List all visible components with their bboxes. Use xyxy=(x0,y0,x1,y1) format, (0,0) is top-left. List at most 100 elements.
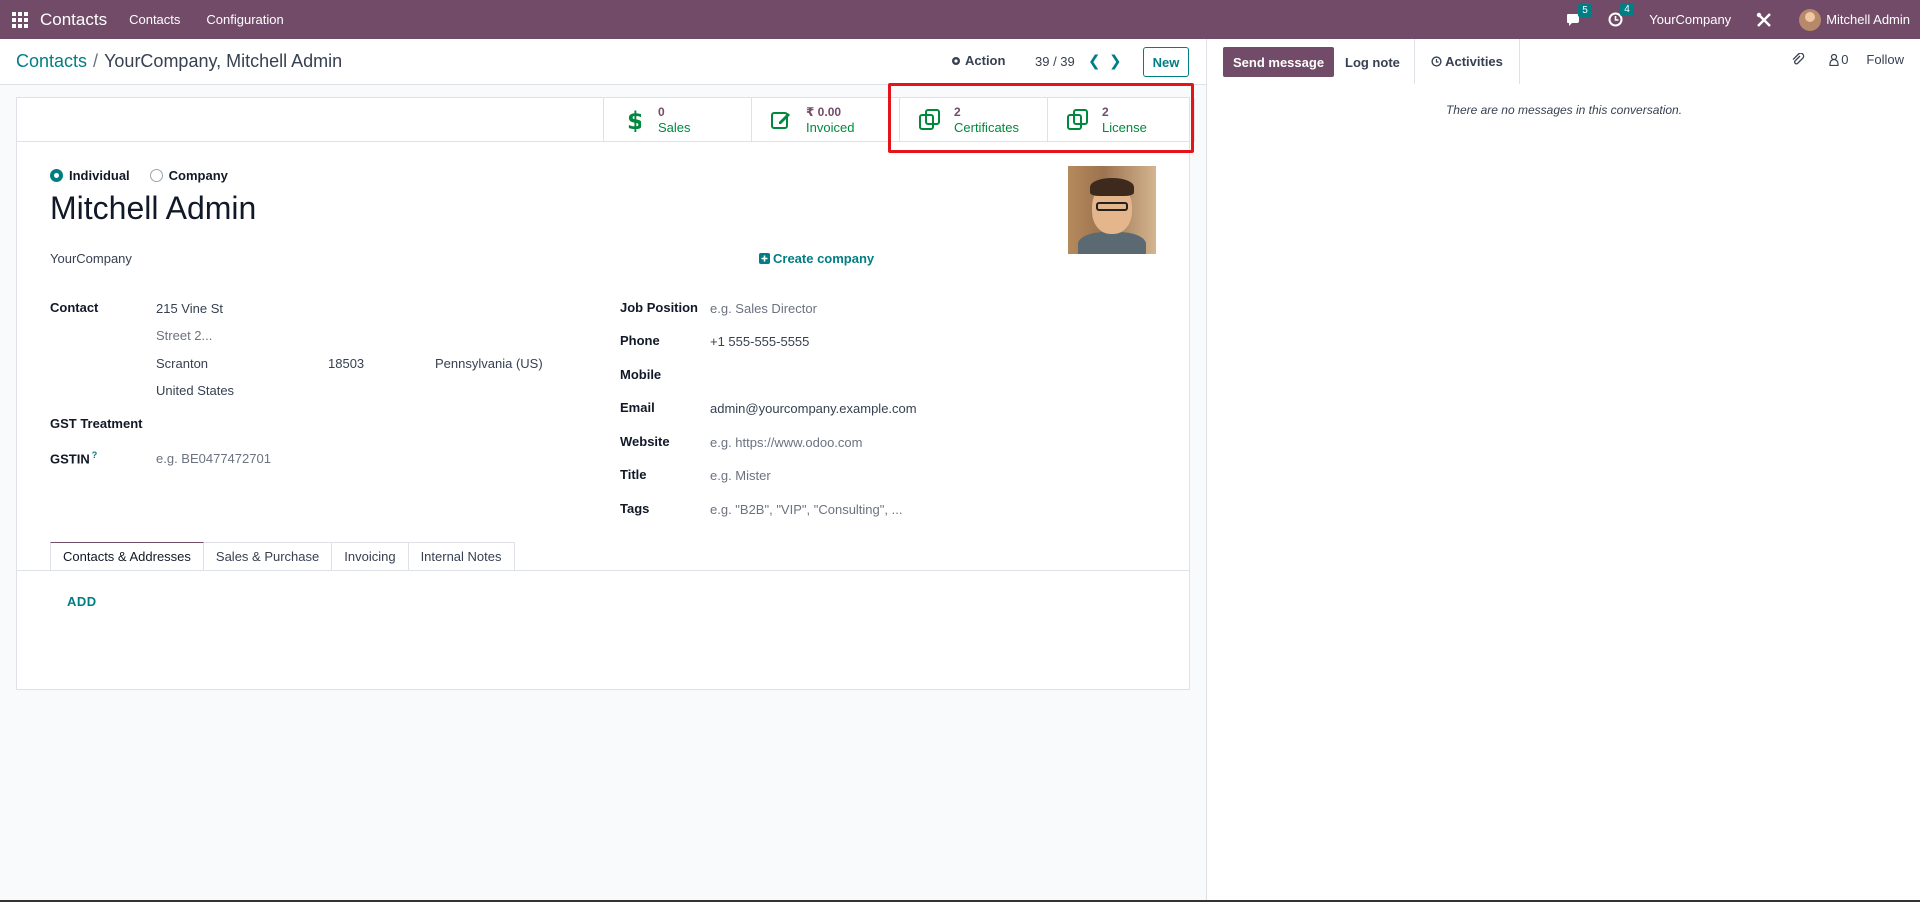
copy-icon xyxy=(1067,109,1088,130)
contact-label: Contact xyxy=(50,300,99,315)
country-field[interactable]: United States xyxy=(156,383,234,398)
certificates-smart-button[interactable]: 2 Certificates xyxy=(899,98,1047,142)
radio-company[interactable] xyxy=(149,169,163,182)
apps-menu-icon[interactable] xyxy=(0,0,40,39)
radio-individual-label[interactable]: Individual xyxy=(69,168,130,183)
followers-count: 0 xyxy=(1841,52,1849,67)
license-smart-button[interactable]: 2 License xyxy=(1047,98,1195,142)
parent-company-field[interactable]: YourCompany xyxy=(50,251,132,266)
form-sheet: $ 0 Sales ₹ 0.00 Invoiced 2 Certificates 2L… xyxy=(16,97,1195,690)
city-field[interactable]: Scranton xyxy=(156,356,208,371)
phone-field[interactable]: +1 555-555-5555 xyxy=(710,334,809,349)
followers-button[interactable]: 0 xyxy=(1829,52,1848,67)
pager-value[interactable]: 39 / 39 xyxy=(1035,54,1075,69)
control-panel: Contacts / YourCompany, Mitchell Admin Act… xyxy=(0,39,1206,85)
invoiced-label: Invoiced xyxy=(806,120,855,135)
notebook-tabs: Contacts & Addresses Sales & Purchase In… xyxy=(50,542,515,570)
plus-square-icon xyxy=(759,253,770,264)
activities-label: Activities xyxy=(1445,54,1503,69)
tabs-divider xyxy=(17,570,1189,571)
messages-badge: 5 xyxy=(1578,3,1592,17)
zip-field[interactable]: 18503 xyxy=(328,356,364,371)
tab-internal-notes[interactable]: Internal Notes xyxy=(408,542,515,570)
tools-icon xyxy=(1756,12,1772,27)
copy-icon xyxy=(919,109,940,130)
company-type-radio: Individual Company xyxy=(50,168,228,183)
action-menu-button[interactable]: Action xyxy=(950,53,1005,68)
sales-label: Sales xyxy=(658,120,691,135)
add-contact-button[interactable]: ADD xyxy=(67,594,97,609)
invoiced-smart-button[interactable]: ₹ 0.00 Invoiced xyxy=(751,98,899,142)
license-label: License xyxy=(1102,120,1147,135)
create-company-button[interactable]: Create company xyxy=(759,251,874,266)
paperclip-icon[interactable] xyxy=(1791,52,1805,67)
clock-icon xyxy=(1431,56,1442,67)
invoiced-amount: ₹ 0.00 xyxy=(806,105,842,119)
title-label: Title xyxy=(620,467,647,482)
chatter-topbar-right: 0 Follow xyxy=(1791,52,1904,67)
job-position-label: Job Position xyxy=(620,300,698,315)
action-label: Action xyxy=(965,53,1006,68)
phone-label: Phone xyxy=(620,333,660,348)
top-navbar: Contacts Contacts Configuration 5 4 Your… xyxy=(0,0,1920,39)
log-note-button[interactable]: Log note xyxy=(1345,55,1400,70)
follow-button[interactable]: Follow xyxy=(1866,52,1904,67)
pager-previous-icon[interactable]: ❮ xyxy=(1088,52,1101,70)
gstin-label: GSTIN? xyxy=(50,450,98,467)
chatter-panel: Send message Log note Activities 0 Follo… xyxy=(1206,39,1920,902)
svg-text:$: $ xyxy=(627,108,641,132)
tags-field[interactable]: e.g. "B2B", "VIP", "Consulting", ... xyxy=(710,502,902,517)
empty-conversation-text: There are no messages in this conversati… xyxy=(1445,103,1683,117)
smart-button-box: $ 0 Sales ₹ 0.00 Invoiced 2 Certificates 2L… xyxy=(17,98,1195,142)
send-message-button[interactable]: Send message xyxy=(1223,47,1335,77)
mobile-label: Mobile xyxy=(620,367,662,382)
pencil-square-icon xyxy=(771,112,790,129)
debug-tools-button[interactable] xyxy=(1755,11,1773,29)
email-field[interactable]: admin@yourcompany.example.com xyxy=(710,401,917,416)
activities-button[interactable]: Activities xyxy=(1414,39,1520,84)
tags-label: Tags xyxy=(620,501,650,516)
street2-field[interactable]: Street 2... xyxy=(156,328,212,343)
person-icon xyxy=(1829,53,1839,66)
pager-next-icon[interactable]: ❯ xyxy=(1109,52,1122,70)
breadcrumb-contacts[interactable]: Contacts xyxy=(16,51,87,71)
partner-photo[interactable] xyxy=(1068,166,1156,254)
activities-badge: 4 xyxy=(1620,3,1634,16)
tab-contacts-addresses[interactable]: Contacts & Addresses xyxy=(50,542,204,570)
tab-invoicing[interactable]: Invoicing xyxy=(332,542,409,570)
breadcrumb-separator: / xyxy=(93,51,99,71)
state-field[interactable]: Pennsylvania (US) xyxy=(435,356,543,371)
dollar-icon: $ xyxy=(627,108,641,132)
partner-name-field[interactable]: Mitchell Admin xyxy=(50,190,256,227)
title-field[interactable]: e.g. Mister xyxy=(710,468,771,483)
sales-count: 0 xyxy=(658,105,665,119)
email-label: Email xyxy=(620,400,655,415)
company-switcher[interactable]: YourCompany xyxy=(1649,12,1731,27)
gstin-field[interactable]: e.g. BE0477472701 xyxy=(156,451,271,466)
website-field[interactable]: e.g. https://www.odoo.com xyxy=(710,435,862,450)
breadcrumb: Contacts / YourCompany, Mitchell Admin xyxy=(16,51,342,72)
help-tooltip-icon[interactable]: ? xyxy=(92,450,98,460)
menu-configuration[interactable]: Configuration xyxy=(206,12,283,27)
create-company-label: Create company xyxy=(773,251,875,266)
user-avatar[interactable] xyxy=(1799,8,1822,31)
new-button[interactable]: New xyxy=(1143,47,1189,77)
website-label: Website xyxy=(620,434,670,449)
radio-company-label[interactable]: Company xyxy=(169,168,228,183)
gear-icon xyxy=(952,56,960,65)
user-menu[interactable]: Mitchell Admin xyxy=(1826,12,1910,27)
certificates-count: 2 xyxy=(954,105,961,119)
messages-button[interactable]: 5 xyxy=(1566,3,1592,27)
app-name[interactable]: Contacts xyxy=(40,10,107,30)
menu-contacts[interactable]: Contacts xyxy=(129,12,180,27)
street-field[interactable]: 215 Vine St xyxy=(156,301,223,316)
radio-individual[interactable] xyxy=(50,169,63,182)
license-count: 2 xyxy=(1102,105,1109,119)
sales-smart-button[interactable]: $ 0 Sales xyxy=(603,98,751,142)
certificates-label: Certificates xyxy=(954,120,1020,135)
breadcrumb-current: YourCompany, Mitchell Admin xyxy=(104,51,343,71)
activities-button[interactable]: 4 xyxy=(1608,3,1634,27)
job-position-field[interactable]: e.g. Sales Director xyxy=(710,301,817,316)
tab-sales-purchase[interactable]: Sales & Purchase xyxy=(203,542,333,570)
gst-treatment-label: GST Treatment xyxy=(50,416,143,431)
